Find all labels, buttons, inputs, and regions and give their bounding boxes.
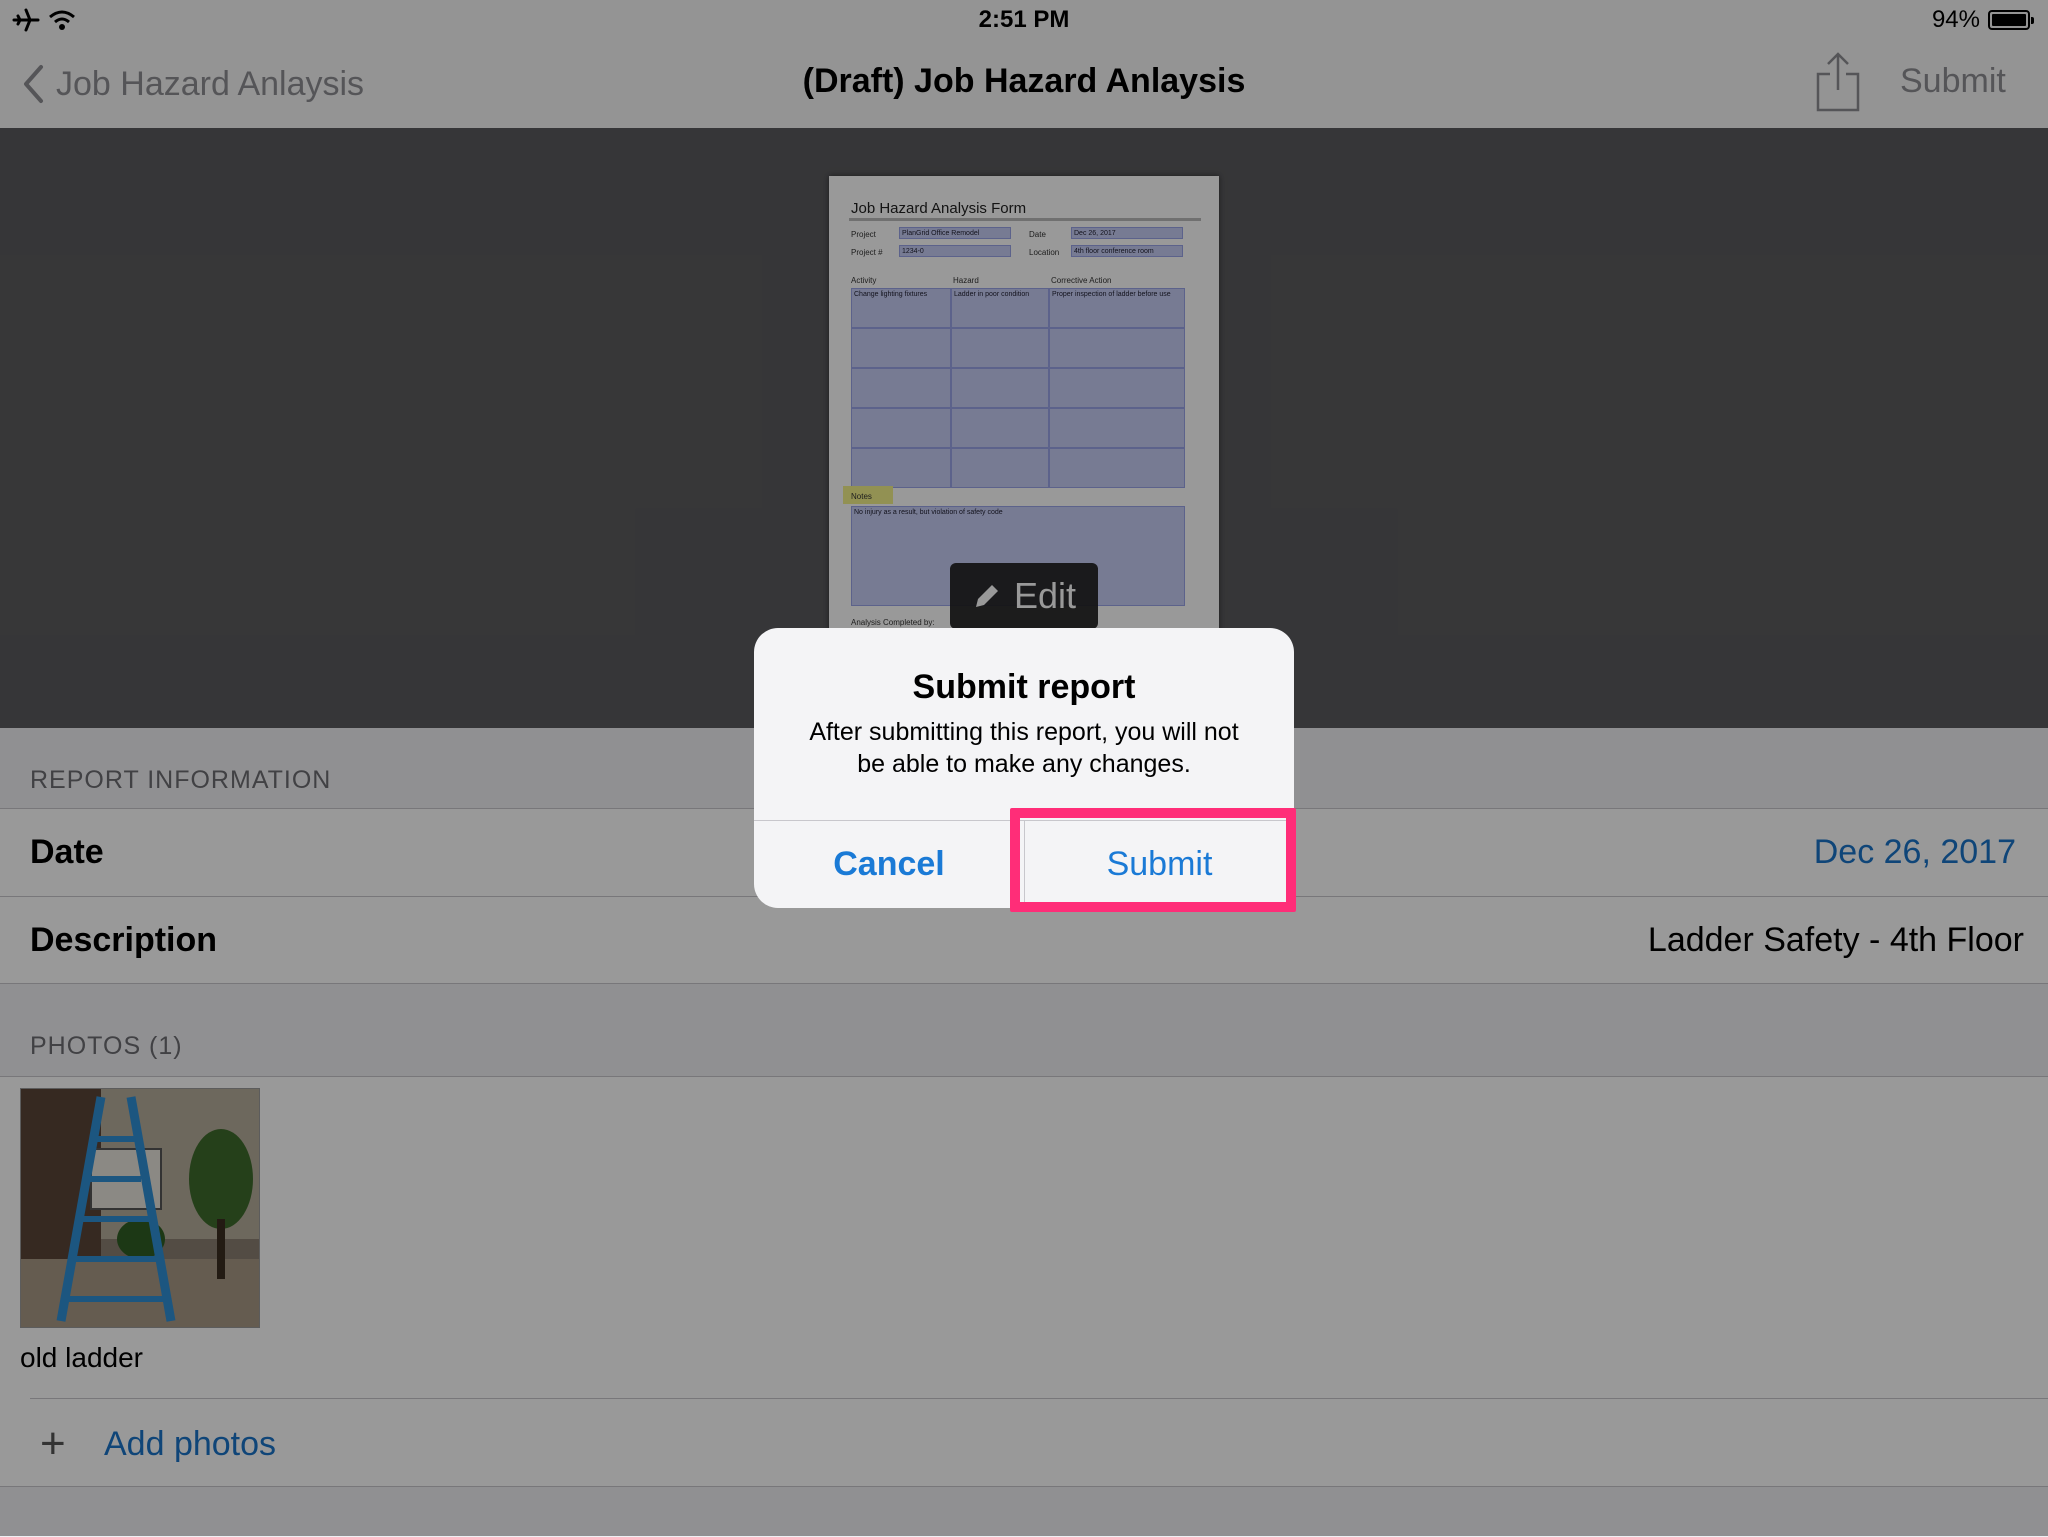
alert-cancel-button[interactable]: Cancel <box>754 821 1024 908</box>
alert-message: After submitting this report, you will n… <box>809 718 1239 778</box>
alert-title: Submit report <box>912 668 1136 706</box>
submit-highlight-box <box>1010 808 1296 912</box>
